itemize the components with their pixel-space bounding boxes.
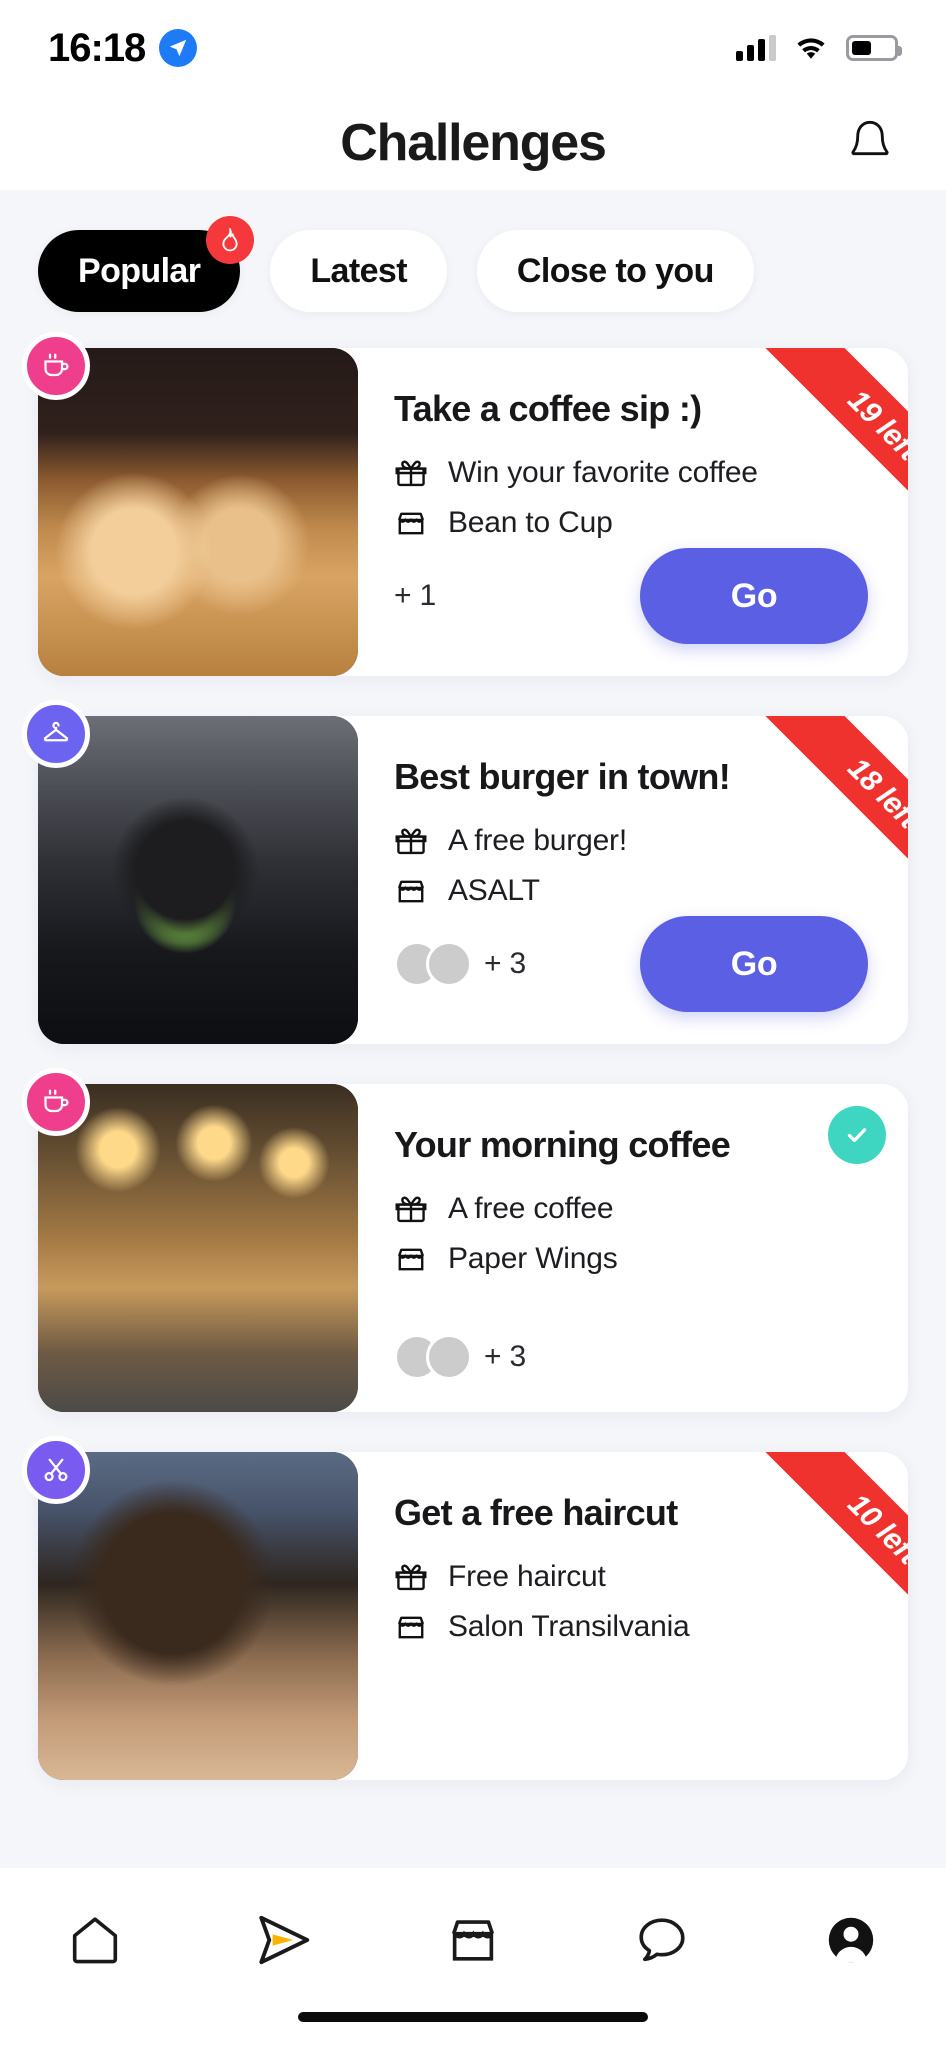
participant-avatars	[394, 1334, 472, 1380]
tab-latest-label: Latest	[310, 251, 407, 290]
clothes-hanger-icon	[22, 700, 90, 768]
go-button-label: Go	[730, 576, 778, 615]
app-header: Challenges	[0, 96, 946, 190]
tab-popular-label: Popular	[78, 251, 201, 290]
participants-count: + 3	[484, 947, 526, 980]
participants[interactable]: + 3	[394, 941, 526, 987]
status-bar: 16:18	[0, 0, 946, 96]
challenge-title: Take a coffee sip :)	[394, 388, 702, 429]
nav-home[interactable]	[35, 1894, 155, 1986]
reward-label: Win your favorite coffee	[448, 456, 758, 489]
send-icon	[259, 1915, 309, 1965]
flame-icon	[206, 216, 255, 264]
shop-icon	[397, 1616, 425, 1639]
challenge-card[interactable]: 19 left Take a coffee sip :) Win your fa…	[22, 332, 908, 676]
challenge-title: Best burger in town!	[394, 756, 731, 797]
store-row: ASALT	[394, 874, 868, 908]
nav-store[interactable]	[413, 1894, 533, 1986]
challenge-list: 19 left Take a coffee sip :) Win your fa…	[0, 312, 946, 1780]
tab-close-to-you[interactable]: Close to you	[476, 230, 754, 312]
store-icon	[451, 1920, 495, 1961]
battery-icon	[846, 35, 902, 61]
store-label: ASALT	[448, 874, 540, 907]
participants-count: + 1	[394, 579, 436, 612]
challenge-thumbnail	[38, 716, 358, 1044]
bell-icon[interactable]	[840, 113, 900, 173]
cellular-signal-icon	[736, 35, 776, 61]
challenge-title: Get a free haircut	[394, 1492, 678, 1533]
challenge-thumbnail	[38, 348, 358, 676]
card-footer: + 3	[394, 1334, 868, 1380]
status-bar-right	[736, 35, 902, 61]
avatar	[426, 941, 472, 987]
store-label: Paper Wings	[448, 1242, 618, 1275]
gift-icon	[395, 1564, 427, 1591]
participants[interactable]: + 3	[394, 1334, 526, 1380]
tab-popular[interactable]: Popular	[38, 216, 255, 312]
chat-icon	[639, 1918, 685, 1962]
store-label: Bean to Cup	[448, 506, 613, 539]
home-indicator	[298, 2012, 648, 2022]
challenge-title: Your morning coffee	[394, 1124, 731, 1165]
completed-check-icon	[828, 1106, 886, 1164]
reward-label: A free burger!	[448, 824, 627, 857]
store-label: Salon Transilvania	[448, 1610, 690, 1643]
reward-row: A free burger!	[394, 824, 868, 858]
tab-latest[interactable]: Latest	[270, 230, 447, 312]
content-area: Popular Latest Close to you 19 left Take…	[0, 190, 946, 1868]
challenge-thumbnail	[38, 1452, 358, 1780]
participant-avatars	[394, 941, 472, 987]
nav-chat[interactable]	[602, 1894, 722, 1986]
challenge-card[interactable]: 18 left Best burger in town! A free burg…	[22, 700, 908, 1044]
home-icon	[72, 1917, 117, 1964]
scissors-icon	[22, 1436, 90, 1504]
go-button[interactable]: Go	[640, 916, 868, 1012]
shop-icon	[397, 1248, 425, 1271]
tab-close-to-you-label: Close to you	[516, 251, 714, 290]
challenge-details: Get a free haircut Free haircut Salon Tr…	[358, 1452, 908, 1780]
reward-row: Win your favorite coffee	[394, 456, 868, 490]
go-button-label: Go	[730, 944, 778, 983]
gift-icon	[395, 828, 427, 855]
gift-icon	[395, 460, 427, 487]
nav-send[interactable]	[224, 1894, 344, 1986]
reward-label: Free haircut	[448, 1560, 606, 1593]
avatar	[426, 1334, 472, 1380]
page-title: Challenges	[340, 114, 607, 172]
card-footer: + 3 Go	[394, 916, 868, 1012]
gift-icon	[395, 1196, 427, 1223]
coffee-cup-icon	[22, 1068, 90, 1136]
app-screen: 16:18 Challenges Popular Latest Close to…	[0, 0, 946, 2048]
participants-count: + 3	[484, 1340, 526, 1373]
wifi-icon	[797, 38, 825, 59]
location-arrow-icon	[159, 29, 198, 67]
challenge-details: Your morning coffee A free coffee Paper …	[358, 1084, 908, 1412]
shop-icon	[397, 512, 425, 535]
challenge-details: Take a coffee sip :) Win your favorite c…	[358, 348, 908, 676]
challenge-thumbnail	[38, 1084, 358, 1412]
reward-row: Free haircut	[394, 1560, 868, 1594]
filter-tabs: Popular Latest Close to you	[0, 190, 946, 312]
reward-row: A free coffee	[394, 1192, 868, 1226]
challenge-card[interactable]: 10 left Get a free haircut Free haircut …	[22, 1436, 908, 1780]
shop-icon	[397, 880, 425, 903]
participants: + 1	[394, 579, 436, 613]
profile-icon	[829, 1917, 874, 1963]
store-row: Bean to Cup	[394, 506, 868, 540]
store-row: Salon Transilvania	[394, 1610, 868, 1644]
nav-profile[interactable]	[791, 1894, 911, 1986]
go-button[interactable]: Go	[640, 548, 868, 644]
card-footer: + 1 Go	[394, 548, 868, 644]
bottom-navigation	[0, 1868, 946, 2048]
status-bar-time: 16:18	[48, 25, 146, 70]
coffee-cup-icon	[22, 332, 90, 400]
reward-label: A free coffee	[448, 1192, 614, 1225]
challenge-details: Best burger in town! A free burger! ASAL…	[358, 716, 908, 1044]
store-row: Paper Wings	[394, 1242, 868, 1276]
challenge-card[interactable]: Your morning coffee A free coffee Paper …	[22, 1068, 908, 1412]
status-bar-left: 16:18	[48, 25, 198, 71]
